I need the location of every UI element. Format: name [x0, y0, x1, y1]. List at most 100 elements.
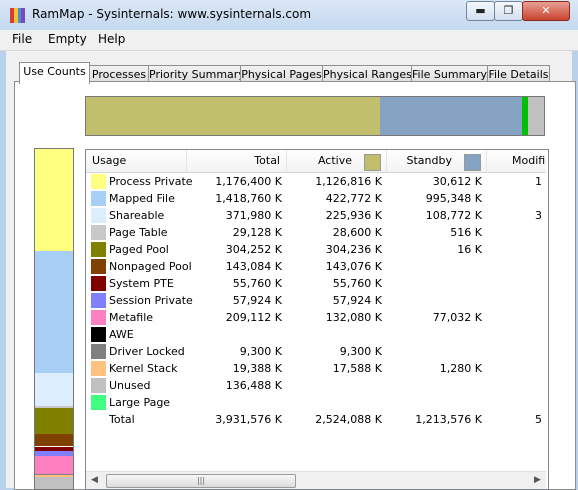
table-row[interactable]: Large Page	[86, 394, 546, 411]
column-header-active[interactable]: Active	[287, 150, 387, 172]
usage-bar-segment	[86, 97, 381, 135]
column-active-label: Active	[317, 154, 352, 167]
usage-color-swatch	[91, 225, 106, 240]
horizontal-scrollbar[interactable]: ◀ ||| ▶	[86, 471, 546, 489]
total-value: 304,252 K	[225, 243, 282, 256]
column-total-label: Total	[254, 154, 280, 167]
standby-value: 995,348 K	[425, 192, 482, 205]
table-row[interactable]: System PTE 55,760 K 55,760 K	[86, 275, 546, 292]
usage-label: Large Page	[109, 396, 171, 409]
total-value: 57,924 K	[232, 294, 282, 307]
tab-use-counts[interactable]: Use Counts	[19, 62, 90, 84]
active-value: 55,760 K	[332, 277, 382, 290]
column-header-standby[interactable]: Standby	[387, 150, 487, 172]
usage-label: AWE	[109, 328, 134, 341]
vertical-bar-segment	[35, 149, 73, 251]
table-row[interactable]: Unused 136,488 K	[86, 377, 546, 394]
total-value: 136,488 K	[225, 379, 282, 392]
total-value: 1,418,760 K	[215, 192, 282, 205]
minimize-button[interactable]: ▬	[466, 1, 495, 21]
active-value: 422,772 K	[325, 192, 382, 205]
column-modified-label: Modifie	[512, 154, 546, 167]
active-color-swatch	[364, 154, 381, 171]
standby-value: 1,280 K	[439, 362, 482, 375]
usage-color-swatch	[91, 327, 106, 342]
list-header: Usage Total Active Standby Modifie	[86, 150, 546, 173]
vertical-bar-segment	[35, 456, 73, 475]
table-row[interactable]: Paged Pool 304,252 K 304,236 K 16 K	[86, 241, 546, 258]
title-bar: RamMap - Sysinternals: www.sysinternals.…	[0, 0, 578, 30]
total-value: 1,176,400 K	[215, 175, 282, 188]
usage-bar-segment	[527, 97, 544, 135]
total-value: 209,112 K	[225, 311, 282, 324]
usage-color-swatch	[91, 378, 106, 393]
use-counts-list: Usage Total Active Standby Modifie Proce…	[85, 149, 549, 490]
standby-value: 516 K	[450, 226, 482, 239]
scroll-left-icon[interactable]: ◀	[86, 472, 103, 489]
menu-help[interactable]: Help	[98, 32, 125, 46]
total-value: 19,388 K	[232, 362, 282, 375]
column-header-total[interactable]: Total	[187, 150, 287, 172]
menu-file[interactable]: File	[12, 32, 32, 46]
menu-bar: File Empty Help	[0, 30, 578, 51]
usage-color-swatch	[91, 344, 106, 359]
close-button[interactable]: ✕	[522, 1, 570, 21]
table-row[interactable]: AWE	[86, 326, 546, 343]
total-value: 3,931,576 K	[215, 413, 282, 426]
table-row[interactable]: Page Table 29,128 K 28,600 K 516 K	[86, 224, 546, 241]
active-value: 225,936 K	[325, 209, 382, 222]
column-standby-label: Standby	[406, 154, 452, 167]
column-usage-label: Usage	[92, 154, 127, 167]
vertical-bar-segment	[35, 250, 73, 374]
total-value: 29,128 K	[232, 226, 282, 239]
total-value: 143,084 K	[225, 260, 282, 273]
usage-color-swatch	[91, 293, 106, 308]
usage-vertical-bar	[34, 148, 74, 490]
maximize-button[interactable]: ❐	[494, 1, 523, 21]
total-value: 55,760 K	[232, 277, 282, 290]
table-row[interactable]: Shareable 371,980 K 225,936 K 108,772 K3	[86, 207, 546, 224]
active-value: 9,300 K	[339, 345, 382, 358]
usage-color-swatch	[91, 395, 106, 410]
rammap-app-icon	[10, 8, 25, 23]
scroll-thumb[interactable]: |||	[106, 474, 296, 488]
total-value: 371,980 K	[225, 209, 282, 222]
column-header-modified[interactable]: Modifie	[487, 150, 546, 172]
usage-bar	[85, 96, 545, 136]
active-value: 1,126,816 K	[315, 175, 382, 188]
usage-color-swatch	[91, 191, 106, 206]
vertical-bar-segment	[35, 434, 73, 447]
active-value: 143,076 K	[325, 260, 382, 273]
active-value: 304,236 K	[325, 243, 382, 256]
active-value: 57,924 K	[332, 294, 382, 307]
usage-bar-segment	[380, 97, 522, 135]
standby-color-swatch	[464, 154, 481, 171]
table-row[interactable]: Nonpaged Pool 143,084 K 143,076 K	[86, 258, 546, 275]
standby-value: 30,612 K	[432, 175, 482, 188]
usage-color-swatch	[91, 174, 106, 189]
active-value: 132,080 K	[325, 311, 382, 324]
window-title: RamMap - Sysinternals: www.sysinternals.…	[32, 7, 312, 21]
active-value: 17,588 K	[332, 362, 382, 375]
menu-empty[interactable]: Empty	[48, 32, 87, 46]
table-row[interactable]: Metafile 209,112 K 132,080 K 77,032 K	[86, 309, 546, 326]
table-row[interactable]: Total 3,931,576 K 2,524,088 K 1,213,576 K5	[86, 411, 546, 428]
modified-value: 1	[535, 175, 542, 188]
vertical-bar-segment	[35, 373, 73, 406]
usage-color-swatch	[91, 242, 106, 257]
table-row[interactable]: Driver Locked 9,300 K 9,300 K	[86, 343, 546, 360]
usage-color-swatch	[91, 276, 106, 291]
scroll-right-icon[interactable]: ▶	[529, 472, 546, 489]
standby-value: 77,032 K	[432, 311, 482, 324]
table-row[interactable]: Mapped File 1,418,760 K 422,772 K 995,348 K	[86, 190, 546, 207]
table-row[interactable]: Kernel Stack 19,388 K 17,588 K 1,280 K	[86, 360, 546, 377]
vertical-bar-segment	[35, 408, 73, 435]
column-header-usage[interactable]: Usage	[86, 150, 187, 172]
usage-color-swatch	[91, 208, 106, 223]
standby-value: 1,213,576 K	[415, 413, 482, 426]
table-row[interactable]: Process Private 1,176,400 K 1,126,816 K 30,…	[86, 173, 546, 190]
active-value: 28,600 K	[332, 226, 382, 239]
usage-color-swatch	[91, 259, 106, 274]
table-row[interactable]: Session Private 57,924 K 57,924 K	[86, 292, 546, 309]
usage-color-swatch	[91, 310, 106, 325]
